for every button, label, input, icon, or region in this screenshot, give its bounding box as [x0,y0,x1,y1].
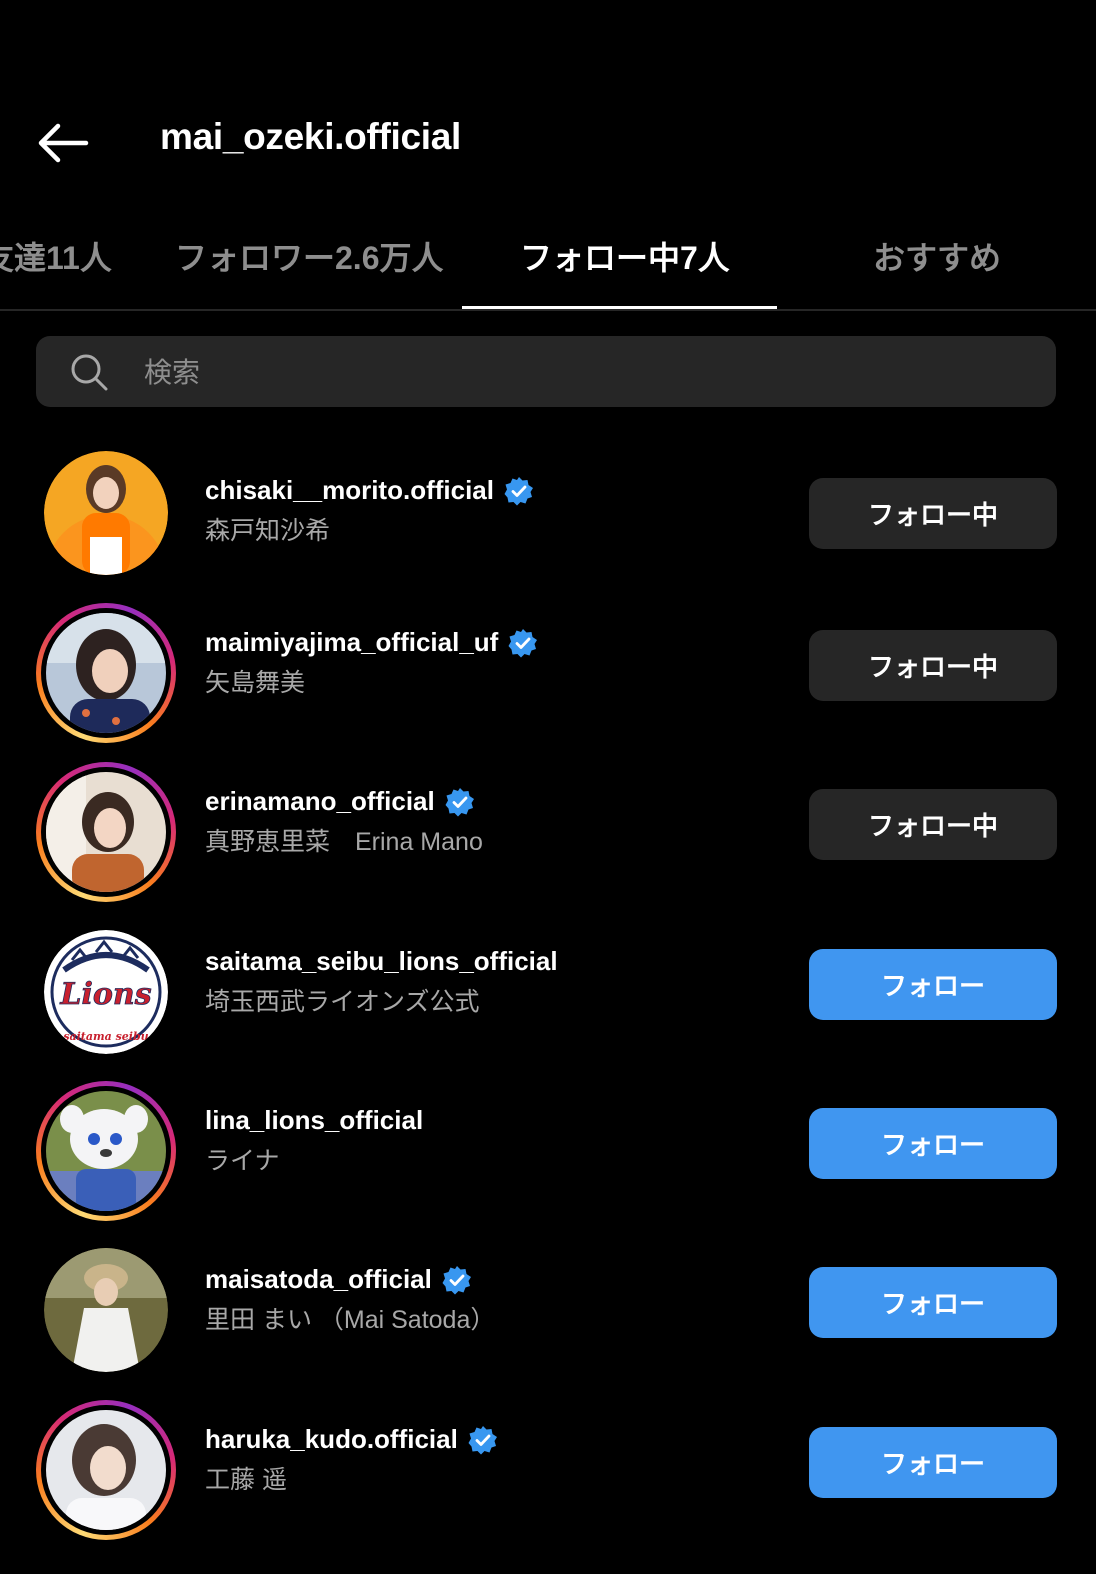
verified-badge-icon [442,1265,471,1294]
full-name: ライナ [205,1147,280,1175]
profile-photo [46,613,166,733]
lions-logo: Lions saitama seibu [44,930,168,1054]
avatar[interactable] [36,1081,176,1221]
username[interactable]: lina_lions_official [205,1105,423,1136]
username[interactable]: maisatoda_official [205,1264,432,1295]
full-name: 埼玉西武ライオンズ公式 [205,988,480,1016]
username[interactable]: haruka_kudo.official [205,1424,458,1455]
follow-button[interactable]: フォロー [809,1427,1057,1498]
tab-suggested[interactable]: おすすめ [873,233,1001,279]
full-name: 森戸知沙希 [205,517,331,545]
avatar[interactable] [44,451,168,575]
follow-button[interactable]: フォロー [809,1267,1057,1338]
tab-bar: 友達11人 フォロワー2.6万人 フォロー中7人 おすすめ [0,215,1096,311]
verified-badge-icon [508,628,538,657]
username[interactable]: chisaki__morito.official [205,475,494,506]
profile-photo [46,1410,166,1530]
tab-friends[interactable]: 友達11人 [0,233,112,279]
profile-photo [44,1248,168,1372]
following-button[interactable]: フォロー中 [809,789,1057,860]
avatar[interactable] [36,603,176,743]
verified-badge-icon [445,787,474,816]
full-name: 里田 まい （Mai Satoda） [205,1306,496,1334]
avatar[interactable] [36,762,176,902]
top-bar: mai_ozeki.official [0,0,1096,210]
user-row[interactable]: lina_lions_official ライナ フォロー [0,1081,1096,1231]
tab-followers[interactable]: フォロワー2.6万人 [175,233,444,279]
user-row[interactable]: chisaki__morito.official 森戸知沙希 フォロー中 [0,451,1096,601]
avatar[interactable] [44,1248,168,1372]
svg-text:Lions: Lions [59,977,151,1012]
following-button[interactable]: フォロー中 [809,478,1057,549]
username[interactable]: maimiyajima_official_uf [205,627,498,658]
search-input[interactable] [142,336,1026,409]
user-row[interactable]: maimiyajima_official_uf 矢島舞美 フォロー中 [0,603,1096,753]
user-row[interactable]: Lions saitama seibu saitama_seibu_lions_… [0,922,1096,1072]
profile-photo [46,772,166,892]
user-row[interactable]: haruka_kudo.official 工藤 遥 フォロー [0,1400,1096,1550]
page-title: mai_ozeki.official [160,116,461,157]
full-name: 工藤 遥 [205,1466,287,1494]
user-row[interactable]: maisatoda_official 里田 まい （Mai Satoda） フォ… [0,1240,1096,1390]
back-button[interactable] [36,118,90,168]
tab-following[interactable]: フォロー中7人 [520,233,730,279]
full-name: 真野恵里菜 Erina Mano [205,828,483,856]
avatar[interactable]: Lions saitama seibu [44,930,168,1054]
full-name: 矢島舞美 [205,669,306,697]
verified-badge-icon [468,1425,497,1454]
svg-text:saitama seibu: saitama seibu [63,1030,148,1043]
profile-photo [44,451,168,575]
username[interactable]: erinamano_official [205,786,435,817]
search-icon [71,354,108,391]
verified-badge-icon [504,476,533,505]
username[interactable]: saitama_seibu_lions_official [205,946,558,977]
avatar[interactable] [36,1400,176,1540]
arrow-left-icon [38,123,89,163]
follow-button[interactable]: フォロー [809,949,1057,1020]
search-bar [36,336,1056,409]
following-button[interactable]: フォロー中 [809,630,1057,701]
profile-photo [46,1091,166,1211]
follow-button[interactable]: フォロー [809,1108,1057,1179]
user-row[interactable]: erinamano_official 真野恵里菜 Erina Mano フォロー… [0,762,1096,912]
active-tab-indicator [462,306,777,309]
